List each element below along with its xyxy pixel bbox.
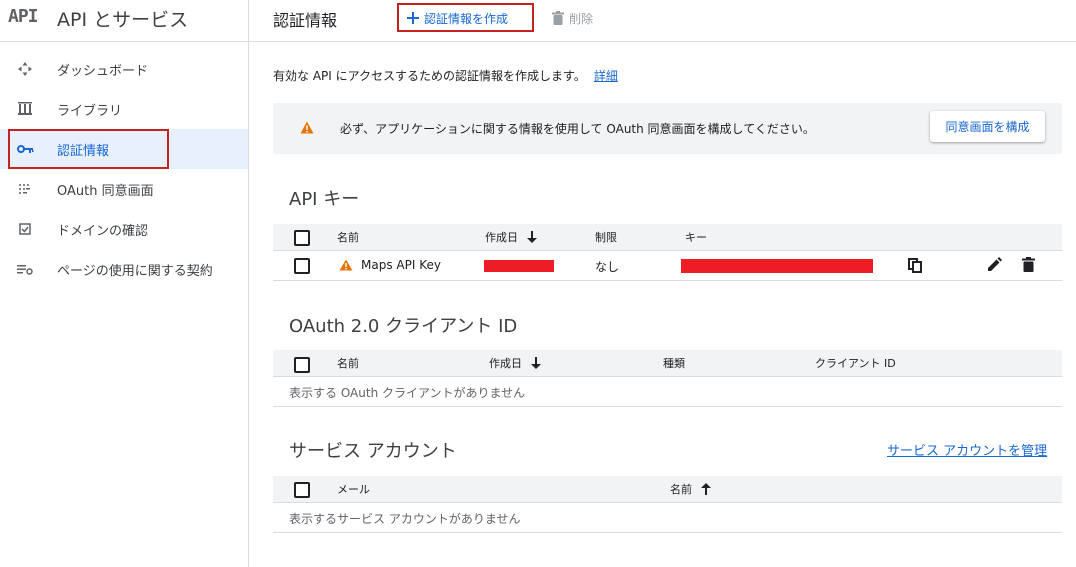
intro-description: 有効な API にアクセスするための認証情報を作成します。 (273, 69, 586, 83)
oauth-table-header: 名前 作成日 種類 クライアント ID (273, 350, 1062, 377)
column-name[interactable]: 名前 (670, 481, 712, 497)
sidebar-divider (248, 0, 249, 567)
column-restriction: 制限 (595, 231, 617, 244)
service-accounts-title: サービス アカウント (289, 441, 457, 462)
intro-text: 有効な API にアクセスするための認証情報を作成します。 詳細 (273, 67, 618, 84)
arrow-down-icon (530, 356, 542, 370)
api-keys-title: API キー (289, 189, 360, 210)
delete-label: 削除 (569, 11, 594, 26)
sidebar-item-library[interactable]: ライブラリ (0, 89, 248, 129)
api-logo: API (8, 6, 38, 27)
sidebar-item-label: ライブラリ (57, 104, 123, 119)
edit-icon[interactable] (986, 257, 1002, 273)
trash-icon[interactable] (1022, 257, 1035, 272)
redacted-key (681, 259, 873, 273)
service-accounts-table-header: メール 名前 (273, 476, 1062, 503)
delete-button[interactable]: 削除 (552, 9, 593, 27)
column-created-date[interactable]: 作成日 (489, 355, 542, 371)
select-all-checkbox[interactable] (294, 230, 310, 246)
column-created-date[interactable]: 作成日 (485, 229, 538, 245)
sidebar-item-page-usage-agreements[interactable]: ページの使用に関する契約 (0, 249, 248, 289)
manage-service-accounts-link[interactable]: サービス アカウントを管理 (887, 440, 1047, 459)
highlight-box-credentials (8, 129, 169, 169)
app-title: API とサービス (57, 9, 189, 31)
oauth-consent-icon (14, 179, 36, 199)
column-type: 種類 (663, 357, 685, 370)
row-divider (273, 280, 1062, 281)
trash-icon (552, 11, 564, 25)
warning-icon (339, 259, 353, 271)
redacted-created-date (484, 260, 554, 272)
column-client-id: クライアント ID (815, 357, 896, 370)
banner-message: 必ず、アプリケーションに関する情報を使用して OAuth 同意画面を構成してくだ… (340, 122, 815, 136)
header-divider (0, 41, 1076, 42)
sidebar-item-label: ダッシュボード (57, 64, 149, 79)
column-key: キー (685, 231, 707, 244)
api-key-name-link[interactable]: Maps API Key (361, 258, 441, 272)
oauth-clients-title: OAuth 2.0 クライアント ID (289, 316, 518, 337)
sidebar-item-label: ドメインの確認 (57, 224, 149, 239)
sidebar-item-oauth-consent[interactable]: OAuth 同意画面 (0, 169, 248, 209)
select-all-checkbox[interactable] (294, 482, 310, 498)
sidebar-item-label: OAuth 同意画面 (57, 184, 154, 199)
learn-more-link[interactable]: 詳細 (594, 69, 618, 83)
library-icon (14, 99, 36, 119)
highlight-box-create (397, 3, 534, 32)
api-key-restriction: なし (595, 260, 620, 274)
page-title: 認証情報 (273, 11, 338, 30)
row-divider (273, 406, 1062, 407)
api-keys-table-header: 名前 作成日 制限 キー (273, 224, 1062, 251)
configure-consent-screen-button[interactable]: 同意画面を構成 (930, 111, 1045, 142)
select-all-checkbox[interactable] (294, 357, 310, 373)
arrow-down-icon (526, 230, 538, 244)
column-name[interactable]: 名前 (337, 229, 359, 245)
row-divider (273, 532, 1062, 533)
copy-icon[interactable] (908, 258, 922, 273)
sidebar-item-dashboard[interactable]: ダッシュボード (0, 49, 248, 89)
sidebar-item-domain-verification[interactable]: ドメインの確認 (0, 209, 248, 249)
arrow-up-icon (700, 482, 712, 496)
checkbox-icon (14, 219, 36, 239)
sidebar-item-label: ページの使用に関する契約 (57, 264, 213, 279)
dashboard-icon (14, 59, 36, 79)
oauth-empty-message: 表示する OAuth クライアントがありません (289, 386, 526, 400)
warning-icon (300, 121, 314, 134)
service-accounts-empty-message: 表示するサービス アカウントがありません (289, 512, 521, 526)
oauth-warning-banner: 必ず、アプリケーションに関する情報を使用して OAuth 同意画面を構成してくだ… (273, 103, 1062, 154)
column-name[interactable]: 名前 (337, 355, 359, 371)
column-email: メール (337, 483, 370, 496)
row-checkbox[interactable] (294, 258, 310, 274)
settings-list-icon (14, 259, 36, 279)
